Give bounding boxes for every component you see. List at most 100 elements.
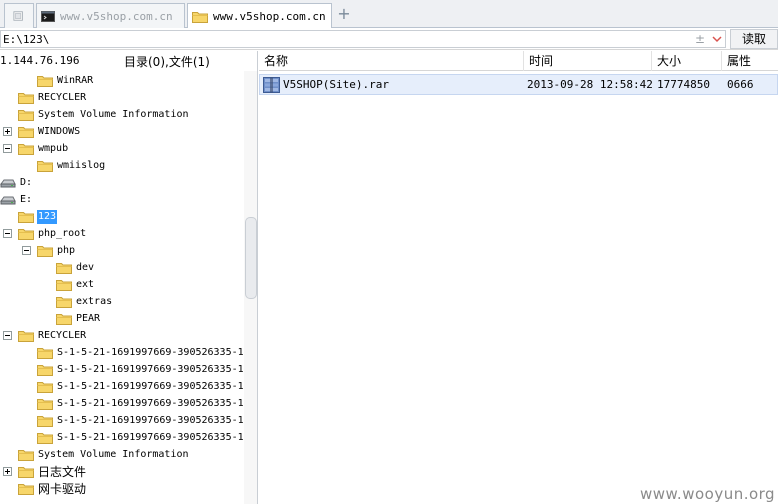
tree-node[interactable]: S-1-5-21-1691997669-390526335-1 bbox=[37, 429, 245, 446]
collapse-icon[interactable] bbox=[3, 331, 12, 340]
tab-console[interactable]: www.v5shop.com.cn bbox=[36, 3, 185, 28]
tree-node[interactable]: php bbox=[22, 242, 76, 259]
collapse-icon[interactable] bbox=[3, 144, 12, 153]
folder-icon bbox=[18, 450, 34, 461]
folder-icon bbox=[18, 331, 34, 342]
tree-node[interactable]: E: bbox=[0, 191, 33, 208]
tree-node-label: D: bbox=[20, 176, 33, 188]
column-time[interactable]: 时间 bbox=[524, 51, 652, 71]
folder-icon bbox=[37, 348, 53, 359]
tree-node-label: WinRAR bbox=[57, 74, 94, 86]
tree-node-label: S-1-5-21-1691997669-390526335-1 bbox=[57, 380, 244, 392]
tree-node[interactable]: RECYCLER bbox=[3, 327, 87, 344]
tree-node[interactable]: WINDOWS bbox=[3, 123, 81, 140]
tree-node[interactable]: S-1-5-21-1691997669-390526335-1 bbox=[37, 395, 245, 412]
tree-node-label: 123 bbox=[37, 209, 58, 224]
folder-icon bbox=[18, 127, 34, 138]
server-ip: 1.144.76.196 bbox=[0, 54, 80, 67]
tree-node[interactable]: D: bbox=[0, 174, 33, 191]
tree-node-label: extras bbox=[76, 295, 113, 307]
tab-bar: www.v5shop.com.cn www.v5shop.com.cn + bbox=[0, 0, 778, 29]
address-bar: ± 读取 bbox=[0, 28, 778, 50]
dir-file-count: 目录(0),文件(1) bbox=[124, 55, 210, 69]
tree-node[interactable]: wmiislog bbox=[37, 157, 106, 174]
tree-node-label: 网卡驱动 bbox=[38, 481, 87, 496]
folder-icon bbox=[18, 212, 34, 223]
tree-node[interactable]: WinRAR bbox=[37, 72, 94, 89]
directory-pane: 1.144.76.196 目录(0),文件(1) WinRAR RECYCLER S… bbox=[0, 51, 258, 504]
stepper-icon[interactable]: ± bbox=[694, 32, 706, 46]
tree-node[interactable]: extras bbox=[56, 293, 113, 310]
file-row[interactable]: V5SHOP(Site).rar 2013-09-28 12:58:42 177… bbox=[259, 74, 778, 95]
tree-node-label: 日志文件 bbox=[38, 464, 87, 479]
collapse-icon[interactable] bbox=[3, 229, 12, 238]
column-size[interactable]: 大小 bbox=[652, 51, 722, 71]
console-icon bbox=[41, 10, 55, 22]
tree-node[interactable]: System Volume Information bbox=[18, 106, 190, 123]
file-list-pane: 名称 时间 大小 属性 V5SHOP(Site).rar 2013-09-28 … bbox=[259, 51, 778, 504]
tree-node[interactable]: dev bbox=[56, 259, 95, 276]
blank-page-icon bbox=[13, 11, 23, 21]
folder-icon bbox=[37, 246, 53, 257]
drive-icon bbox=[0, 179, 16, 187]
scrollbar-thumb[interactable] bbox=[245, 217, 257, 299]
tree-node[interactable]: 123 bbox=[18, 208, 58, 225]
chevron-down-icon[interactable] bbox=[711, 33, 723, 45]
tree-node[interactable]: ext bbox=[56, 276, 95, 293]
tree-node-label: S-1-5-21-1691997669-390526335-1 bbox=[57, 363, 244, 375]
folder-icon bbox=[37, 416, 53, 427]
column-attr[interactable]: 属性 bbox=[722, 51, 778, 71]
tab-blank[interactable] bbox=[4, 3, 34, 28]
tree-node-label: S-1-5-21-1691997669-390526335-1 bbox=[57, 346, 244, 358]
file-time: 2013-09-28 12:58:42 bbox=[527, 78, 653, 91]
directory-tree: WinRAR RECYCLER System Volume Information W… bbox=[0, 71, 246, 504]
folder-icon bbox=[18, 484, 34, 495]
tree-node[interactable]: 日志文件 bbox=[3, 463, 87, 480]
tree-node-label: PEAR bbox=[76, 312, 101, 324]
tree-node-label: System Volume Information bbox=[38, 108, 189, 120]
tree-node[interactable]: php_root bbox=[3, 225, 87, 242]
tree-node-label: S-1-5-21-1691997669-390526335-1 bbox=[57, 414, 244, 426]
new-tab-button[interactable]: + bbox=[336, 5, 352, 23]
path-input[interactable] bbox=[0, 30, 726, 48]
drive-icon bbox=[0, 196, 16, 204]
tree-node[interactable]: S-1-5-21-1691997669-390526335-1 bbox=[37, 412, 245, 429]
tree-node-label: ext bbox=[76, 278, 95, 290]
tree-node-label: php bbox=[57, 244, 76, 256]
folder-icon bbox=[37, 399, 53, 410]
scrollbar[interactable] bbox=[244, 71, 257, 504]
expand-icon[interactable] bbox=[3, 467, 12, 476]
tree-node[interactable]: 网卡驱动 bbox=[18, 480, 87, 497]
tree-node[interactable]: S-1-5-21-1691997669-390526335-1 bbox=[37, 361, 245, 378]
tab-file-manager[interactable]: www.v5shop.com.cn bbox=[187, 3, 332, 29]
file-size: 17774850 bbox=[657, 78, 710, 91]
folder-icon bbox=[18, 110, 34, 121]
expand-icon[interactable] bbox=[3, 127, 12, 136]
folder-icon bbox=[18, 229, 34, 240]
tree-node[interactable]: S-1-5-21-1691997669-390526335-1 bbox=[37, 344, 245, 361]
tree-node[interactable]: System Volume Information bbox=[18, 446, 190, 463]
tree-node[interactable]: PEAR bbox=[56, 310, 101, 327]
collapse-icon[interactable] bbox=[22, 246, 31, 255]
folder-icon bbox=[56, 263, 72, 274]
pane-info: 1.144.76.196 目录(0),文件(1) bbox=[0, 51, 257, 71]
read-button[interactable]: 读取 bbox=[730, 29, 778, 49]
folder-icon bbox=[37, 382, 53, 393]
folder-icon bbox=[37, 161, 53, 172]
tree-node-label: S-1-5-21-1691997669-390526335-1 bbox=[57, 431, 244, 443]
folder-icon bbox=[37, 433, 53, 444]
file-attr: 0666 bbox=[727, 78, 754, 91]
tree-node-label: System Volume Information bbox=[38, 448, 189, 460]
tree-node-label: wmiislog bbox=[57, 159, 106, 171]
tree-node-label: php_root bbox=[38, 227, 87, 239]
tab-label: www.v5shop.com.cn bbox=[213, 10, 326, 23]
folder-icon bbox=[37, 365, 53, 376]
column-header: 名称 时间 大小 属性 bbox=[259, 51, 778, 71]
column-name[interactable]: 名称 bbox=[259, 51, 524, 71]
folder-icon bbox=[18, 144, 34, 155]
tree-node[interactable]: wmpub bbox=[3, 140, 69, 157]
tree-node-label: dev bbox=[76, 261, 95, 273]
tree-node-label: S-1-5-21-1691997669-390526335-1 bbox=[57, 397, 244, 409]
tree-node[interactable]: RECYCLER bbox=[18, 89, 87, 106]
tree-node[interactable]: S-1-5-21-1691997669-390526335-1 bbox=[37, 378, 245, 395]
